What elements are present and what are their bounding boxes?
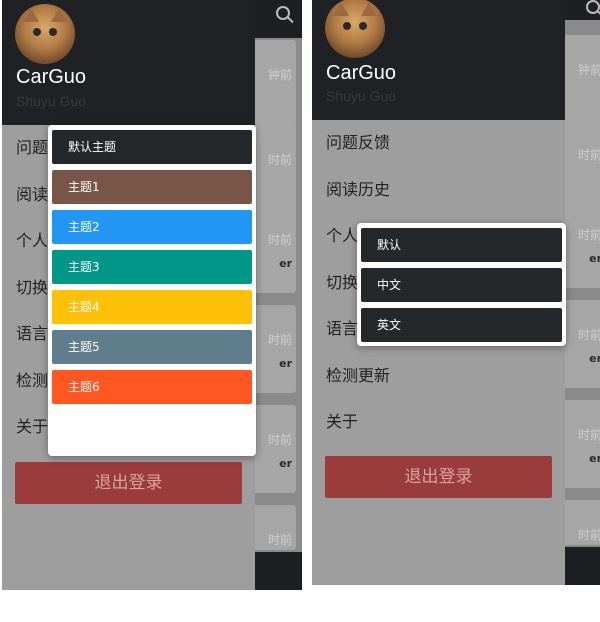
avatar[interactable] bbox=[15, 4, 75, 64]
user-name: CarGuo bbox=[16, 66, 87, 88]
theme-option-1[interactable]: 主题1 bbox=[52, 170, 252, 204]
theme-option-6[interactable]: 主题6 bbox=[52, 370, 252, 404]
card-user: er bbox=[589, 252, 600, 265]
menu-item-history[interactable]: 阅读历史 bbox=[312, 167, 565, 214]
card-time: 时前 bbox=[577, 228, 600, 242]
cat-ear bbox=[333, 2, 349, 16]
avatar[interactable] bbox=[325, 0, 385, 58]
card-user: er bbox=[279, 357, 292, 370]
left-screen: 钟前 时前 时前 er 时前 er 时前 er 时前 CarGuo Shuyu Guo… bbox=[2, 0, 302, 590]
menu-item-update[interactable]: 检测更新 bbox=[312, 353, 565, 400]
theme-option-4[interactable]: 主题4 bbox=[52, 290, 252, 324]
language-option-english[interactable]: 英文 bbox=[361, 308, 562, 342]
cat-ear bbox=[361, 2, 377, 16]
feed-card[interactable]: 时前 er bbox=[253, 305, 296, 393]
background-bottom-bar bbox=[247, 552, 302, 590]
theme-option-5[interactable]: 主题5 bbox=[52, 330, 252, 364]
card-user: er bbox=[589, 452, 600, 465]
card-user: er bbox=[279, 457, 292, 470]
cat-eye bbox=[359, 22, 367, 30]
user-subtitle: Shuyu Guo bbox=[326, 88, 397, 104]
search-icon[interactable] bbox=[276, 6, 290, 20]
language-option-default[interactable]: 默认 bbox=[361, 228, 562, 262]
card-user: er bbox=[589, 352, 600, 365]
menu-item-about[interactable]: 关于 bbox=[312, 399, 565, 446]
theme-option-default[interactable]: 默认主题 bbox=[52, 130, 252, 164]
feed-card[interactable]: 时前 bbox=[253, 125, 296, 213]
card-time: 时前 bbox=[267, 153, 292, 167]
feed-card[interactable]: 时前 bbox=[563, 500, 600, 545]
theme-option-2[interactable]: 主题2 bbox=[52, 210, 252, 244]
feed-card[interactable]: 时前 er bbox=[253, 405, 296, 493]
feed-card[interactable]: 时前 er bbox=[253, 205, 296, 293]
feed-card[interactable]: 时前 bbox=[563, 120, 600, 208]
card-time: 钟前 bbox=[577, 63, 600, 77]
language-option-chinese[interactable]: 中文 bbox=[361, 268, 562, 302]
feed-card[interactable]: 时前 er bbox=[563, 400, 600, 488]
cat-ear bbox=[23, 8, 39, 22]
cat-eye bbox=[33, 28, 41, 36]
feed-card[interactable]: 钟前 bbox=[253, 40, 296, 128]
cat-eye bbox=[49, 28, 57, 36]
card-time: 时前 bbox=[267, 533, 292, 547]
theme-option-3[interactable]: 主题3 bbox=[52, 250, 252, 284]
menu-item-feedback[interactable]: 问题反馈 bbox=[312, 120, 565, 167]
card-time: 时前 bbox=[267, 433, 292, 447]
card-time: 时前 bbox=[577, 528, 600, 542]
feed-card[interactable]: 钟前 bbox=[563, 35, 600, 123]
theme-dialog: 默认主题 主题1 主题2 主题3 主题4 主题5 主题6 bbox=[48, 125, 256, 456]
drawer-header: CarGuo Shuyu Guo bbox=[312, 0, 565, 120]
logout-button[interactable]: 退出登录 bbox=[15, 462, 242, 504]
search-icon[interactable] bbox=[586, 0, 600, 14]
card-time: 时前 bbox=[577, 148, 600, 162]
feed-card[interactable]: 时前 er bbox=[563, 200, 600, 288]
card-time: 时前 bbox=[267, 233, 292, 247]
drawer-header: CarGuo Shuyu Guo bbox=[2, 0, 255, 125]
user-subtitle: Shuyu Guo bbox=[16, 93, 87, 109]
card-user: er bbox=[279, 257, 292, 270]
card-time: 时前 bbox=[577, 328, 600, 342]
cat-eye bbox=[343, 22, 351, 30]
language-dialog: 默认 中文 英文 bbox=[357, 223, 566, 346]
cat-ear bbox=[51, 8, 67, 22]
feed-card[interactable]: 时前 er bbox=[563, 300, 600, 388]
background-toolbar bbox=[247, 0, 302, 38]
card-time: 时前 bbox=[577, 428, 600, 442]
right-screen: 钟前 时前 时前 er 时前 er 时前 er 时前 CarGuo Shuyu Guo… bbox=[312, 0, 600, 585]
user-name: CarGuo bbox=[326, 62, 397, 84]
feed-card[interactable]: 时前 bbox=[253, 505, 296, 550]
card-time: 钟前 bbox=[267, 68, 292, 82]
card-time: 时前 bbox=[267, 333, 292, 347]
logout-button[interactable]: 退出登录 bbox=[325, 456, 552, 498]
